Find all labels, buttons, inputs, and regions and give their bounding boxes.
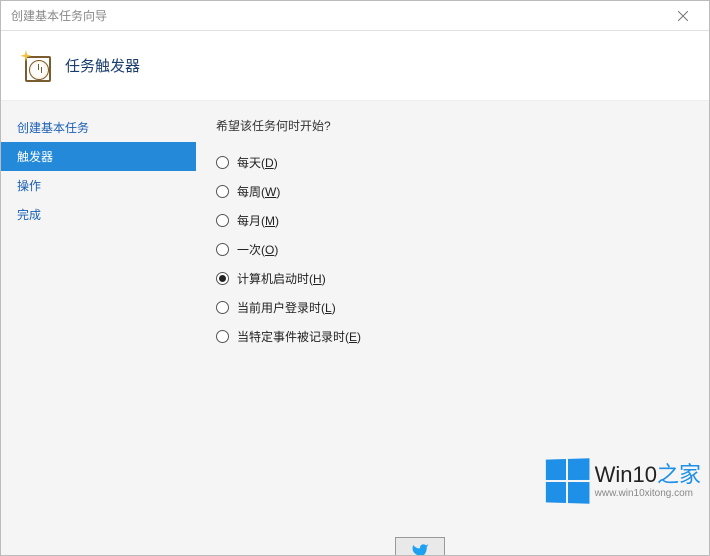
option-label: 一次(O) — [237, 241, 278, 258]
radio-icon — [216, 243, 229, 256]
sidebar-item-create-task[interactable]: 创建基本任务 — [1, 113, 196, 142]
wizard-content: 希望该任务何时开始? 每天(D) 每周(W) 每月(M) 一次(O) 计算机启动… — [196, 101, 709, 537]
trigger-option-once[interactable]: 一次(O) — [216, 235, 689, 264]
sidebar-item-finish[interactable]: 完成 — [1, 200, 196, 229]
trigger-option-startup[interactable]: 计算机启动时(H) — [216, 264, 689, 293]
sidebar-item-action[interactable]: 操作 — [1, 171, 196, 200]
radio-icon — [216, 330, 229, 343]
radio-icon — [216, 156, 229, 169]
option-label: 当前用户登录时(L) — [237, 299, 336, 316]
wizard-window: 创建基本任务向导 任务触发器 创建基本任务 触发器 操作 完成 希望该任务何时开… — [0, 0, 710, 556]
titlebar: 创建基本任务向导 — [1, 1, 709, 31]
radio-icon — [216, 272, 229, 285]
bird-icon — [411, 542, 429, 556]
close-icon — [678, 11, 688, 21]
option-label: 每月(M) — [237, 212, 279, 229]
wizard-sidebar: 创建基本任务 触发器 操作 完成 — [1, 101, 196, 537]
option-label: 每周(W) — [237, 183, 280, 200]
option-label: 计算机启动时(H) — [237, 270, 326, 287]
content-prompt: 希望该任务何时开始? — [216, 117, 689, 134]
wizard-body: 创建基本任务 触发器 操作 完成 希望该任务何时开始? 每天(D) 每周(W) … — [1, 101, 709, 537]
radio-icon — [216, 214, 229, 227]
page-title: 任务触发器 — [65, 55, 140, 76]
wizard-header: 任务触发器 — [1, 31, 709, 101]
option-label: 当特定事件被记录时(E) — [237, 328, 361, 345]
trigger-option-daily[interactable]: 每天(D) — [216, 148, 689, 177]
trigger-option-weekly[interactable]: 每周(W) — [216, 177, 689, 206]
trigger-option-event[interactable]: 当特定事件被记录时(E) — [216, 322, 689, 351]
scheduler-icon — [19, 50, 51, 82]
trigger-option-monthly[interactable]: 每月(M) — [216, 206, 689, 235]
close-button[interactable] — [663, 2, 703, 30]
sidebar-item-trigger[interactable]: 触发器 — [1, 142, 196, 171]
window-title: 创建基本任务向导 — [11, 7, 107, 24]
footer-button[interactable] — [395, 537, 445, 555]
radio-icon — [216, 185, 229, 198]
wizard-footer — [1, 537, 709, 555]
trigger-option-logon[interactable]: 当前用户登录时(L) — [216, 293, 689, 322]
radio-icon — [216, 301, 229, 314]
option-label: 每天(D) — [237, 154, 278, 171]
